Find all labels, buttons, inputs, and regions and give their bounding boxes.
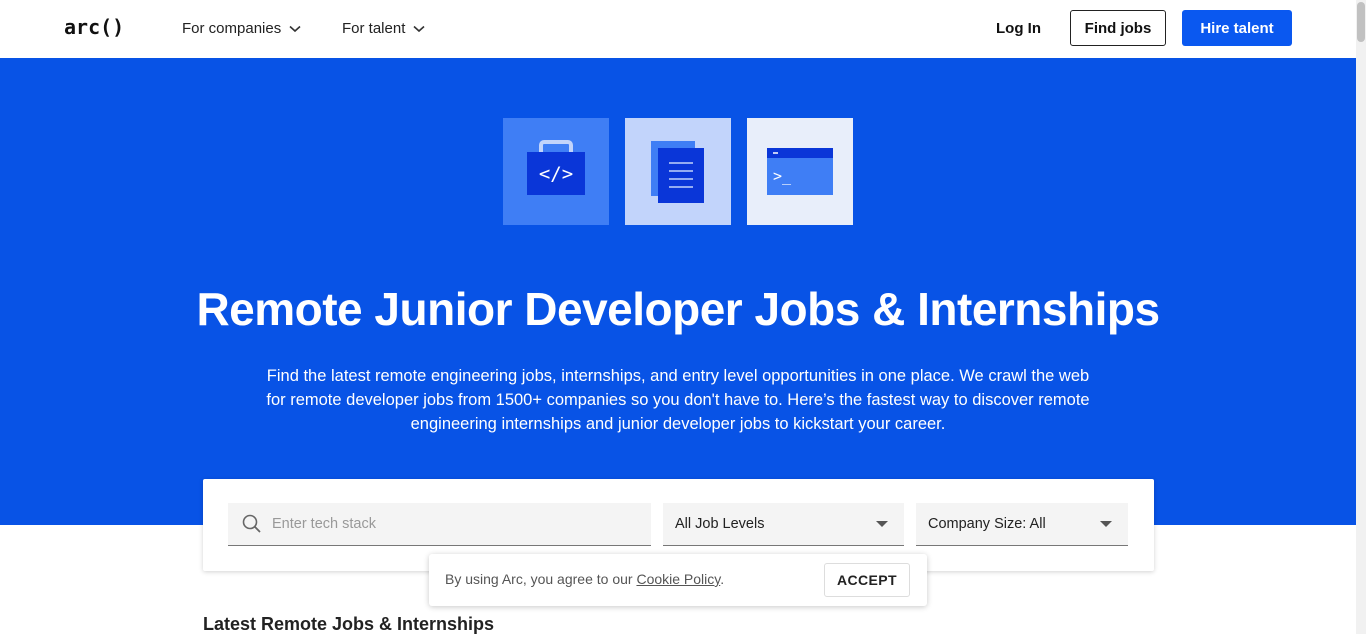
terminal-icon: >_ xyxy=(747,118,853,225)
hero-description: Find the latest remote engineering jobs,… xyxy=(266,367,1090,433)
nav-for-companies[interactable]: For companies xyxy=(182,20,301,37)
login-link[interactable]: Log In xyxy=(996,20,1041,37)
nav-for-talent[interactable]: For talent xyxy=(342,20,425,37)
nav-for-talent-label: For talent xyxy=(342,20,406,37)
terminal-glyph: >_ xyxy=(773,167,792,185)
job-level-select[interactable]: All Job Levels xyxy=(663,503,904,546)
page-title: Remote Junior Developer Jobs & Internshi… xyxy=(196,283,1160,335)
scrollbar-thumb[interactable] xyxy=(1357,2,1365,42)
cookie-message: By using Arc, you agree to our Cookie Po… xyxy=(445,571,724,587)
code-glyph: </> xyxy=(539,163,573,185)
cookie-text-end: . xyxy=(720,571,725,587)
hero-section: </> >_ Remote Junior Developer Jobs & In… xyxy=(0,58,1356,525)
page-scrollbar[interactable] xyxy=(1356,0,1366,634)
chevron-down-icon xyxy=(413,25,425,32)
job-level-value: All Job Levels xyxy=(675,516,765,532)
cookie-banner: By using Arc, you agree to our Cookie Po… xyxy=(429,554,927,606)
cookie-policy-link[interactable]: Cookie Policy xyxy=(636,571,720,587)
chevron-down-icon xyxy=(289,25,301,32)
hire-talent-button[interactable]: Hire talent xyxy=(1182,10,1292,46)
nav-for-companies-label: For companies xyxy=(182,20,282,37)
top-navbar: arc() For companies For talent Log In Fi… xyxy=(0,0,1356,58)
latest-jobs-heading: Latest Remote Jobs & Internships xyxy=(203,614,495,634)
cookie-text: By using Arc, you agree to our xyxy=(445,571,637,587)
find-jobs-button[interactable]: Find jobs xyxy=(1070,10,1166,46)
code-briefcase-icon: </> xyxy=(503,118,609,225)
caret-down-icon xyxy=(1100,521,1112,527)
search-icon xyxy=(242,514,261,533)
tech-stack-search[interactable] xyxy=(228,503,651,546)
caret-down-icon xyxy=(876,521,888,527)
tech-stack-input[interactable] xyxy=(272,516,632,532)
company-size-select[interactable]: Company Size: All xyxy=(916,503,1128,546)
document-icon xyxy=(625,118,731,225)
arc-logo[interactable]: arc() xyxy=(64,15,124,39)
accept-cookies-button[interactable]: ACCEPT xyxy=(824,563,910,597)
company-size-value: Company Size: All xyxy=(928,516,1046,532)
